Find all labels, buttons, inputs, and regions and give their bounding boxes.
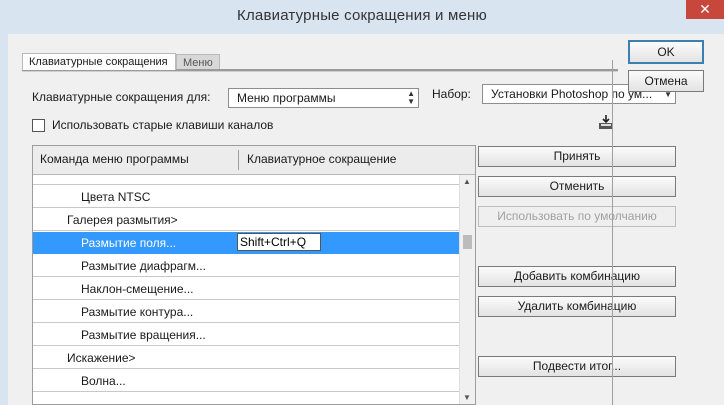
table-row-partial <box>33 175 459 185</box>
legacy-channels-checkbox[interactable] <box>32 119 45 132</box>
title-bar: Клавиатурные сокращения и меню ✕ <box>0 0 724 34</box>
delete-shortcut-button[interactable]: Удалить комбинацию <box>478 296 676 317</box>
close-icon[interactable]: ✕ <box>686 0 724 19</box>
scroll-thumb[interactable] <box>463 235 472 249</box>
summarize-button[interactable]: Подвести итог... <box>478 356 676 377</box>
row-command-label: Галерея размытия> <box>67 213 178 227</box>
column-header-shortcut[interactable]: Клавиатурное сокращение <box>247 152 396 166</box>
table-row-selected[interactable]: Размытие поля... Shift+Ctrl+Q <box>33 232 459 254</box>
column-header-command[interactable]: Команда меню программы <box>40 152 189 166</box>
accept-button[interactable]: Принять <box>478 146 676 167</box>
legacy-channels-label: Использовать старые клавиши каналов <box>52 118 274 132</box>
cancel-button[interactable]: Отмена <box>628 70 704 92</box>
undo-button[interactable]: Отменить <box>478 176 676 197</box>
shortcuts-for-label: Клавиатурные сокращения для: <box>32 90 211 104</box>
shortcuts-for-select[interactable]: Меню программы ▲ ▼ <box>228 88 419 108</box>
use-default-button[interactable]: Использовать по умолчанию <box>478 206 676 227</box>
dialog-body: Клавиатурные сокращения Меню Клавиатурны… <box>8 34 724 405</box>
shortcut-input[interactable]: Shift+Ctrl+Q <box>237 233 321 251</box>
row-command-label: Цвета NTSC <box>81 190 151 204</box>
shortcuts-table: Команда меню программы Клавиатурное сокр… <box>32 145 476 405</box>
table-header: Команда меню программы Клавиатурное сокр… <box>33 146 475 175</box>
tab-keyboard-shortcuts[interactable]: Клавиатурные сокращения <box>22 53 176 70</box>
tab-menus[interactable]: Меню <box>176 54 220 70</box>
table-row[interactable]: Волна... <box>33 370 459 392</box>
table-row[interactable]: Цвета NTSC <box>33 186 459 208</box>
row-command-label: Размытие вращения... <box>81 328 206 342</box>
chevron-down-icon: ▼ <box>664 90 672 99</box>
table-row[interactable]: Наклон-смещение... <box>33 278 459 300</box>
add-shortcut-button[interactable]: Добавить комбинацию <box>478 266 676 287</box>
table-row[interactable]: Размытие диафрагм... <box>33 255 459 277</box>
row-command-label: Размытие диафрагм... <box>81 259 206 273</box>
table-scrollbar[interactable]: ▲ ▼ <box>459 175 475 404</box>
table-row[interactable]: Размытие вращения... <box>33 324 459 346</box>
updown-arrows-icon: ▲ ▼ <box>407 89 415 106</box>
table-row[interactable]: Галерея размытия> <box>33 209 459 231</box>
divider <box>612 60 613 405</box>
window-title: Клавиатурные сокращения и меню <box>237 7 487 24</box>
table-row[interactable]: Искажение> <box>33 347 459 369</box>
row-command-label: Размытие контура... <box>81 305 194 319</box>
scroll-up-icon[interactable]: ▲ <box>463 177 471 186</box>
row-command-label: Размытие поля... <box>81 236 177 250</box>
row-command-label: Искажение> <box>67 351 136 365</box>
row-command-label: Волна... <box>81 374 126 388</box>
shortcuts-for-value: Меню программы <box>237 91 336 105</box>
ok-button[interactable]: OK <box>628 40 704 64</box>
set-label: Набор: <box>432 87 471 101</box>
scroll-down-icon[interactable]: ▼ <box>463 393 471 402</box>
row-command-label: Наклон-смещение... <box>81 282 194 296</box>
table-row[interactable]: Размытие контура... <box>33 301 459 323</box>
